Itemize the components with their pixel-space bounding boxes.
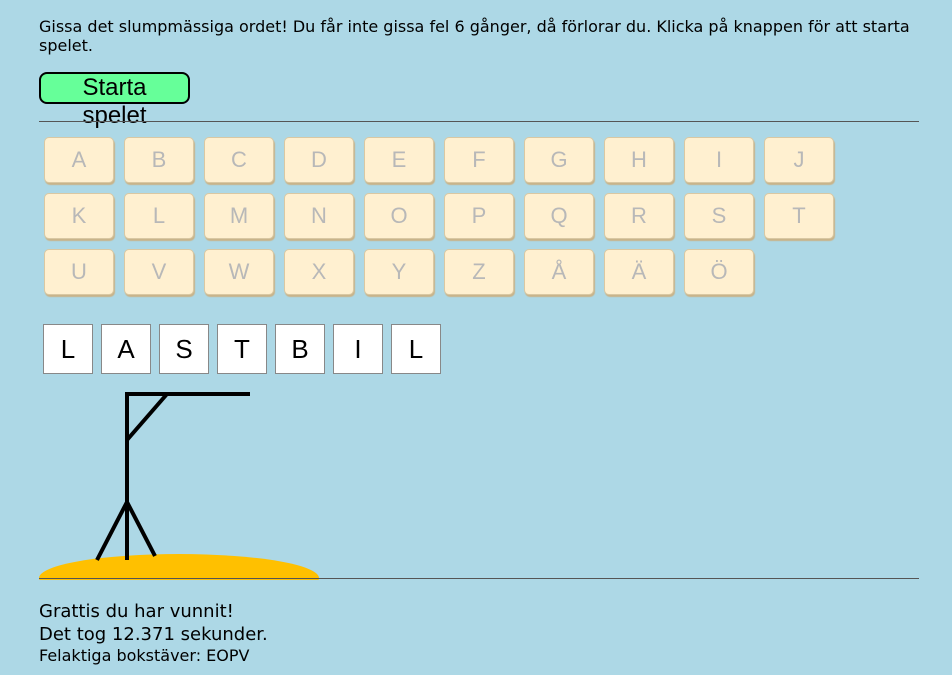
letter-key[interactable]: R — [604, 193, 674, 239]
word-letter-box: L — [43, 324, 93, 374]
letter-key[interactable]: S — [684, 193, 754, 239]
word-display: LASTBIL — [43, 324, 449, 374]
word-letter-box: A — [101, 324, 151, 374]
letter-key[interactable]: G — [524, 137, 594, 183]
keyboard-row: KLMNOPQRST — [44, 193, 844, 239]
letter-key[interactable]: J — [764, 137, 834, 183]
word-letter-box: S — [159, 324, 209, 374]
letter-key[interactable]: D — [284, 137, 354, 183]
start-game-button[interactable]: Starta spelet — [39, 72, 190, 129]
letter-key[interactable]: C — [204, 137, 274, 183]
top-divider — [39, 121, 919, 122]
letter-key[interactable]: Q — [524, 193, 594, 239]
letter-key[interactable]: I — [684, 137, 754, 183]
wrong-letters-message: Felaktiga bokstäver: EOPV — [39, 646, 250, 665]
gallows-brace — [125, 392, 169, 442]
letter-key[interactable]: Z — [444, 249, 514, 295]
word-letter-box: B — [275, 324, 325, 374]
letter-key[interactable]: N — [284, 193, 354, 239]
word-letter-box: L — [391, 324, 441, 374]
letter-key[interactable]: A — [44, 137, 114, 183]
letter-key[interactable]: X — [284, 249, 354, 295]
gallows-left-leg — [95, 501, 129, 561]
keyboard-row: UVWXYZÅÄÖ — [44, 249, 844, 295]
letter-keyboard: ABCDEFGHIJ KLMNOPQRST UVWXYZÅÄÖ — [44, 137, 844, 305]
letter-key[interactable]: B — [124, 137, 194, 183]
letter-key[interactable]: P — [444, 193, 514, 239]
win-message: Grattis du har vunnit! — [39, 601, 234, 622]
letter-key[interactable]: Ä — [604, 249, 674, 295]
instructions-text: Gissa det slumpmässiga ordet! Du får int… — [39, 17, 910, 55]
result-panel: Grattis du har vunnit! Det tog 12.371 se… — [39, 600, 268, 666]
letter-key[interactable]: V — [124, 249, 194, 295]
keyboard-row: ABCDEFGHIJ — [44, 137, 844, 183]
letter-key[interactable]: W — [204, 249, 274, 295]
letter-key[interactable]: E — [364, 137, 434, 183]
letter-key[interactable]: U — [44, 249, 114, 295]
word-letter-box: I — [333, 324, 383, 374]
letter-key[interactable]: T — [764, 193, 834, 239]
letter-key[interactable]: M — [204, 193, 274, 239]
letter-key[interactable]: H — [604, 137, 674, 183]
word-letter-box: T — [217, 324, 267, 374]
letter-key[interactable]: Ö — [684, 249, 754, 295]
gallows-right-leg — [125, 501, 157, 557]
bottom-divider — [39, 578, 919, 579]
letter-key[interactable]: K — [44, 193, 114, 239]
letter-key[interactable]: F — [444, 137, 514, 183]
hill — [39, 554, 319, 580]
gallows-drawing — [39, 392, 319, 580]
letter-key[interactable]: L — [124, 193, 194, 239]
letter-key[interactable]: Å — [524, 249, 594, 295]
letter-key[interactable]: O — [364, 193, 434, 239]
letter-key[interactable]: Y — [364, 249, 434, 295]
time-message: Det tog 12.371 sekunder. — [39, 624, 268, 645]
